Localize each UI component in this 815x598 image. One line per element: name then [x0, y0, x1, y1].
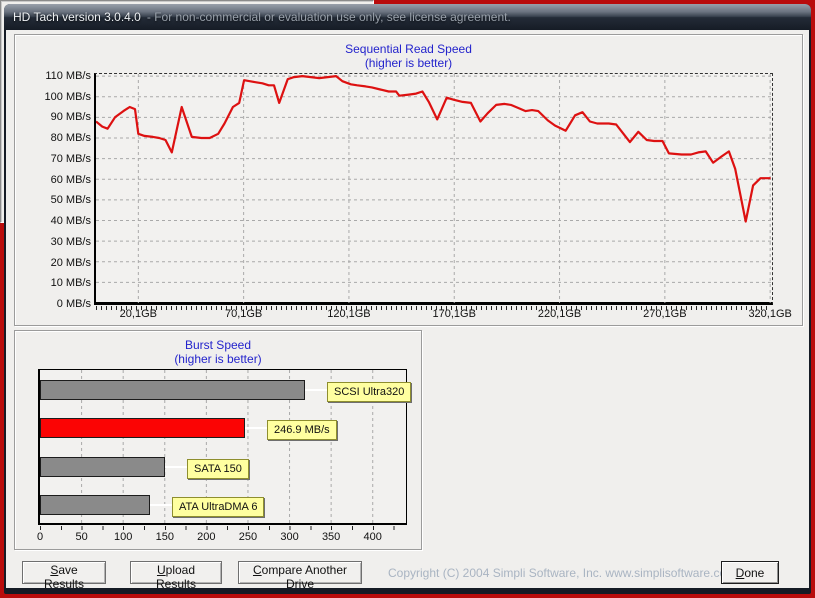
window-titlebar[interactable]: HD Tach version 3.0.4.0 - For non-commerc…: [4, 4, 811, 30]
burst-chart-title: Burst Speed: [184, 338, 252, 352]
burst-x-axis-labels: 0 50 100 150 200 250 300 350 400: [37, 531, 407, 544]
seq-chart-subtitle: (higher is better): [364, 56, 453, 70]
bar-label-connector: [165, 466, 189, 468]
burst-bar-this-drive: [40, 418, 245, 438]
burst-x-axis-ticks: [40, 526, 407, 530]
window-title-note: - For non-commercial or evaluation use o…: [146, 10, 511, 24]
x-tick-label: 270,1GB: [643, 308, 687, 320]
seq-y-axis-labels: 0 MB/s 10 MB/s 20 MB/s 30 MB/s 40 MB/s 50 MB/…: [17, 70, 91, 310]
window-title: HD Tach version 3.0.4.0: [13, 10, 141, 24]
bar-label-box: SATA 150: [187, 459, 249, 479]
y-tick-label: 50 MB/s: [50, 194, 91, 207]
y-tick-label: 40 MB/s: [50, 215, 91, 228]
burst-bar-sata-150: [40, 457, 165, 477]
y-tick-label: 0 MB/s: [56, 297, 91, 310]
burst-x-tick-label: 200: [197, 531, 216, 543]
x-tick-label: 170,1GB: [432, 308, 476, 320]
y-tick-label: 70 MB/s: [50, 152, 91, 165]
bar-label-box: 246.9 MB/s: [267, 420, 337, 440]
y-tick-label: 60 MB/s: [50, 173, 91, 186]
burst-bar-ata-ultradma-6: [40, 495, 150, 515]
x-tick-label: 220,1GB: [537, 308, 582, 320]
done-button[interactable]: Done: [721, 561, 779, 584]
burst-speed-panel: Burst Speed (higher is better) SCSI Ultr…: [14, 330, 422, 550]
bar-label-connector: [150, 504, 174, 506]
x-tick-label: 20,1GB: [119, 308, 157, 320]
hd-tach-window: HD Tach version 3.0.4.0 - For non-commerc…: [0, 0, 815, 598]
bar-label-connector: [245, 427, 269, 429]
x-tick-label: 70,1GB: [224, 308, 263, 320]
burst-x-tick-label: 350: [321, 531, 341, 543]
burst-x-tick-label: 250: [238, 531, 258, 543]
burst-x-tick-label: 150: [155, 531, 174, 543]
burst-x-tick-label: 300: [280, 531, 299, 543]
burst-x-tick-label: 400: [363, 531, 382, 543]
sequential-read-panel: Sequential Read Speed (higher is better)…: [14, 34, 803, 326]
x-tick-label: 320,1GB: [748, 308, 792, 320]
burst-x-tick-label: 100: [113, 531, 133, 543]
upload-results-button[interactable]: Upload Results: [130, 561, 222, 591]
y-tick-label: 80 MB/s: [50, 132, 91, 145]
burst-chart-subtitle: (higher is better): [174, 352, 262, 366]
x-tick-label: 120,1GB: [327, 308, 371, 320]
copyright-text: Copyright (C) 2004 Simpli Software, Inc.…: [388, 566, 737, 580]
burst-speed-plot: SCSI Ultra320 246.9 MB/s SATA 150 ATA Ultra…: [38, 369, 412, 525]
seq-chart-title: Sequential Read Speed: [345, 42, 472, 56]
burst-x-tick-label: 50: [75, 531, 88, 543]
burst-x-tick-label: 0: [36, 531, 44, 543]
compare-another-drive-button[interactable]: Compare Another Drive: [238, 561, 362, 591]
y-tick-label: 10 MB/s: [50, 277, 91, 290]
burst-bar-scsi-ultra320: [40, 380, 305, 400]
y-tick-label: 100 MB/s: [44, 90, 91, 103]
y-tick-label: 110 MB/s: [45, 70, 91, 82]
bar-label-box: SCSI Ultra320: [327, 382, 412, 402]
bar-label-box: ATA UltraDMA 6: [172, 497, 265, 517]
y-tick-label: 30 MB/s: [50, 235, 91, 248]
seq-x-axis-labels: 20,1GB 70,1GB 120,1GB 170,1GB 220,1GB 270,1GB…: [94, 308, 792, 322]
seq-read-plot: [94, 73, 773, 305]
bar-label-connector: [305, 389, 329, 391]
y-tick-label: 20 MB/s: [50, 256, 91, 269]
save-results-button[interactable]: Save Results: [22, 561, 106, 591]
y-tick-label: 90 MB/s: [50, 111, 91, 124]
